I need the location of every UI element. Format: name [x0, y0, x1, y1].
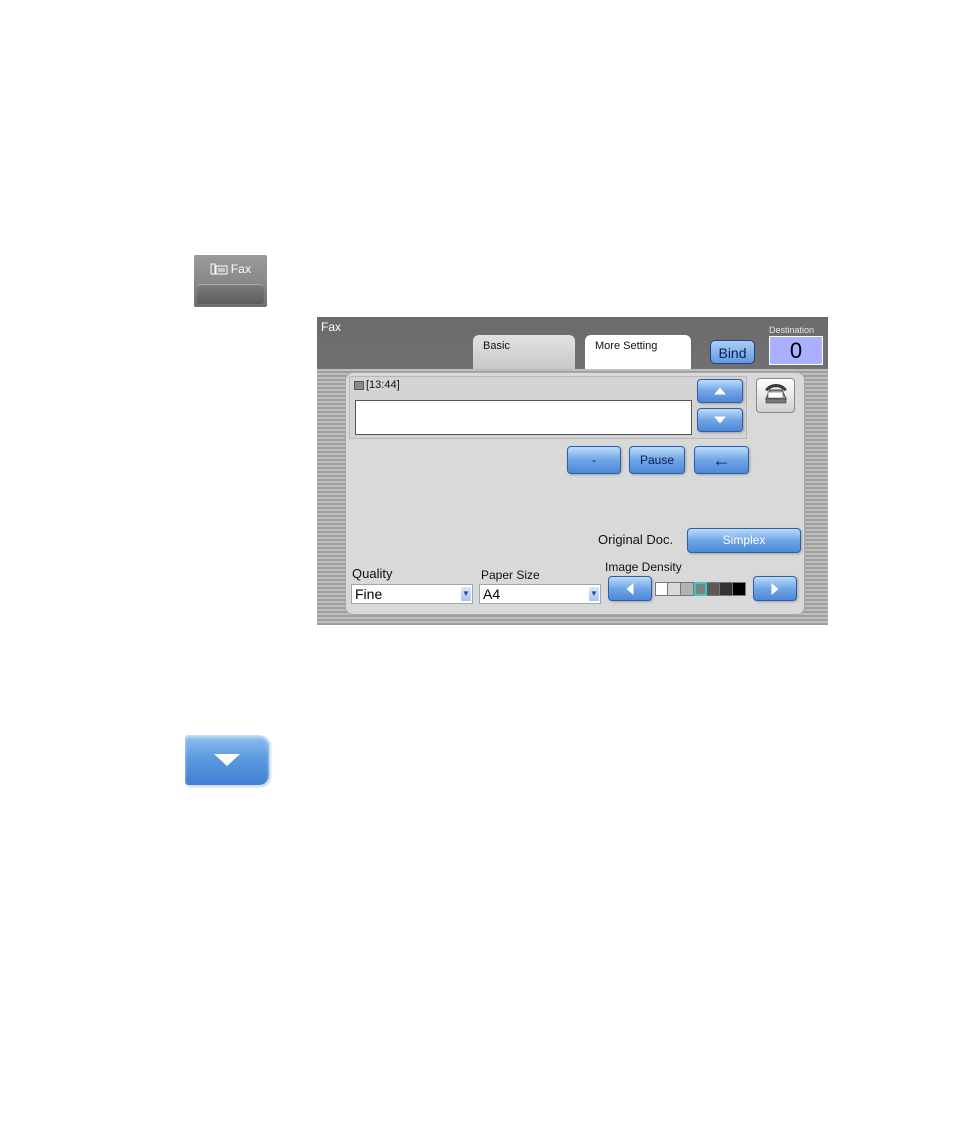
tab-basic[interactable]: Basic: [473, 335, 575, 369]
density-level-5: [707, 582, 720, 596]
fax-panel: Fax Basic More Setting Bind Destination …: [317, 317, 828, 625]
triangle-down-icon: [214, 754, 240, 766]
density-increase-button[interactable]: [753, 576, 797, 601]
density-decrease-button[interactable]: [608, 576, 652, 601]
tab-more-setting-label: More Setting: [595, 340, 658, 352]
quality-value: Fine: [355, 586, 383, 602]
density-level-6: [720, 582, 733, 596]
chevron-down-icon: ▼: [589, 587, 599, 601]
density-level-7: [733, 582, 746, 596]
on-hook-button[interactable]: [756, 378, 795, 413]
paper-size-select[interactable]: A4 ▼: [479, 584, 601, 604]
settings-area: [13:44] - Pause ← Original Doc. Simplex …: [345, 372, 805, 615]
hyphen-button[interactable]: -: [567, 446, 621, 474]
density-level-4: [694, 582, 707, 596]
timestamp: [13:44]: [354, 379, 400, 391]
fax-icon: [210, 263, 228, 275]
original-doc-label: Original Doc.: [598, 532, 674, 547]
tab-basic-label: Basic: [483, 340, 510, 352]
destination-label: Destination: [769, 325, 815, 335]
quality-label: Quality: [352, 566, 393, 581]
triangle-up-icon: [714, 387, 726, 395]
fax-key-label-area: Fax: [194, 255, 267, 283]
scroll-down-button[interactable]: [697, 408, 743, 432]
triangle-down-icon: [714, 416, 726, 424]
timestamp-text: [13:44]: [366, 379, 400, 391]
tab-more-setting[interactable]: More Setting: [585, 335, 691, 369]
original-doc-simplex-button[interactable]: Simplex: [687, 528, 801, 553]
fax-key-label: Fax: [230, 262, 252, 276]
bind-button[interactable]: Bind: [710, 340, 755, 364]
fax-key-press-area: [197, 284, 264, 304]
pause-button[interactable]: Pause: [629, 446, 685, 474]
image-density-label: Image Density: [605, 560, 682, 574]
triangle-right-icon: [771, 582, 779, 595]
fax-number-input[interactable]: [355, 400, 692, 435]
quality-select[interactable]: Fine ▼: [351, 584, 473, 604]
image-density-scale: [655, 582, 746, 596]
scroll-down-key[interactable]: [185, 735, 269, 785]
triangle-left-icon: [626, 582, 634, 595]
paper-size-value: A4: [483, 586, 501, 602]
panel-title: Fax: [321, 320, 342, 334]
fax-status-icon: [354, 380, 364, 390]
fax-hard-key[interactable]: Fax: [194, 255, 267, 307]
density-level-3: [681, 582, 694, 596]
chevron-down-icon: ▼: [461, 587, 471, 601]
scroll-up-button[interactable]: [697, 379, 743, 403]
fax-number-entry-frame: [13:44]: [349, 376, 747, 439]
density-level-1: [655, 582, 668, 596]
paper-size-label: Paper Size: [481, 568, 540, 582]
destination-count: 0: [769, 336, 823, 365]
telephone-icon: [765, 384, 787, 404]
density-level-2: [668, 582, 681, 596]
backspace-button[interactable]: ←: [694, 446, 749, 474]
